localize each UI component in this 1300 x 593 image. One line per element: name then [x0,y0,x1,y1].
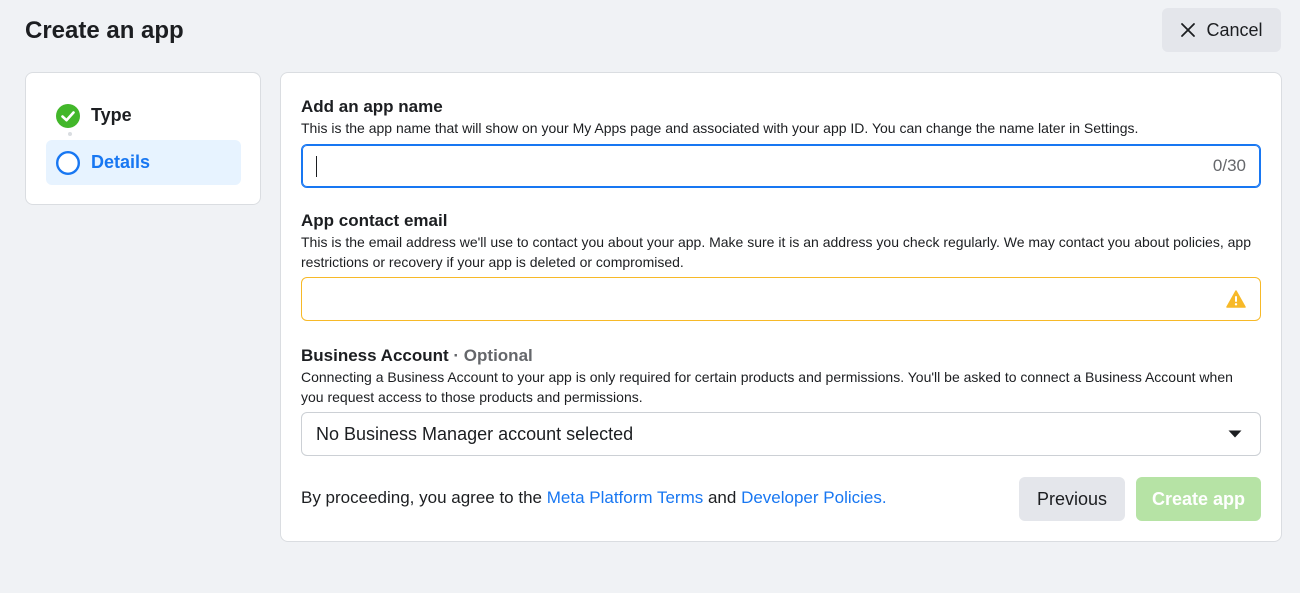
app-name-description: This is the app name that will show on y… [301,120,1139,136]
app-name-title: Add an app name [301,97,443,116]
business-account-description: Connecting a Business Account to your ap… [301,369,1233,405]
chevron-down-icon [1228,430,1242,438]
app-name-input[interactable] [302,145,1213,187]
cancel-label: Cancel [1206,19,1263,40]
cancel-button[interactable]: Cancel [1162,8,1281,52]
terms-text: By proceeding, you agree to the Meta Pla… [301,487,887,509]
meta-platform-terms-link[interactable]: Meta Platform Terms [547,488,704,507]
contact-email-title: App contact email [301,211,448,230]
circle-outline-icon [56,150,80,175]
terms-prefix: By proceeding, you agree to the [301,488,547,507]
optional-label: · Optional [453,346,533,365]
form-panel: Add an app name This is the app name tha… [280,72,1282,542]
steps-panel: Type Details [25,72,261,205]
app-name-char-count: 0/30 [1212,156,1246,175]
step-details-label: Details [91,152,151,172]
step-type[interactable]: Type [46,93,241,138]
contact-email-field-box[interactable] [301,277,1261,321]
page-title: Create an app [25,17,184,44]
business-account-select[interactable]: No Business Manager account selected [301,412,1261,456]
terms-middle: and [703,488,742,507]
contact-email-input[interactable] [302,278,1226,320]
business-account-title: Business Account · Optional [301,345,533,367]
business-account-selected-value: No Business Manager account selected [316,423,634,444]
app-name-field-box[interactable]: 0/30 [301,144,1261,188]
close-icon [1181,23,1196,37]
step-details[interactable]: Details [46,140,241,185]
contact-email-description: This is the email address we'll use to c… [301,234,1251,270]
warning-icon [1226,290,1246,308]
developer-policies-link[interactable]: Developer Policies. [741,488,887,507]
create-app-button[interactable]: Create app [1136,477,1261,521]
previous-button[interactable]: Previous [1019,477,1125,521]
check-circle-icon [56,103,80,128]
text-caret [316,156,317,177]
business-account-title-text: Business Account [301,346,449,365]
step-type-label: Type [91,105,132,125]
